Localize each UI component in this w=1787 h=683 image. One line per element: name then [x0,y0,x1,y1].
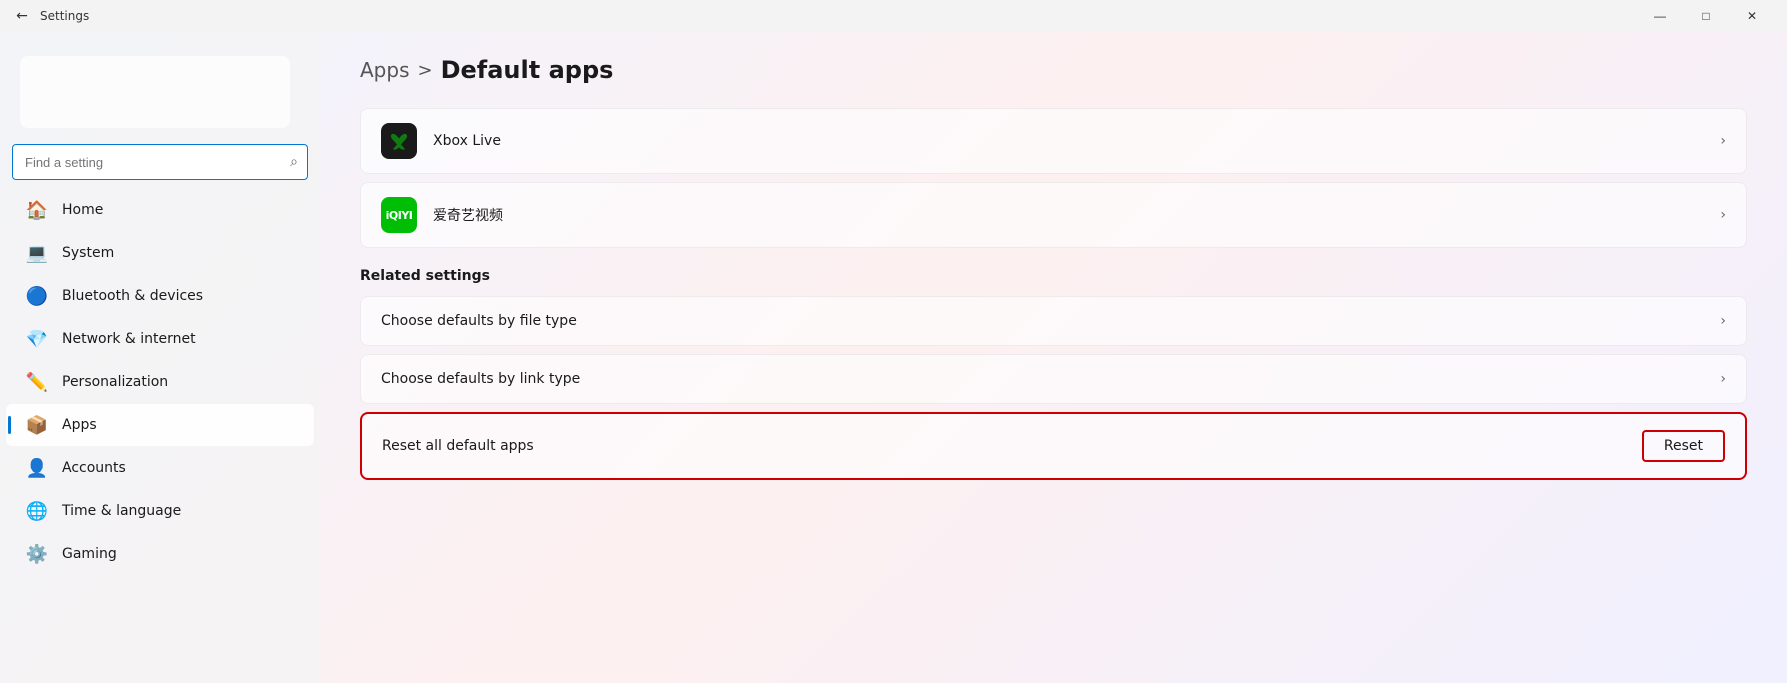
setting-label-file-type: Choose defaults by file type [381,313,1720,329]
sidebar-label-personalization: Personalization [62,374,168,390]
sidebar-item-accounts[interactable]: 👤 Accounts [6,447,314,489]
main-layout: ⌕ 🏠 Home 💻 System 🔵 Bluetooth & devices 💎 Netwo… [0,32,1787,683]
settings-list: Choose defaults by file type›Choose defa… [360,296,1747,404]
sidebar: ⌕ 🏠 Home 💻 System 🔵 Bluetooth & devices 💎 Netwo… [0,32,320,683]
home-icon: 🏠 [26,199,48,221]
chevron-right-icon: › [1720,133,1726,149]
reset-row: Reset all default apps Reset [360,412,1747,480]
sidebar-item-apps[interactable]: 📦 Apps [6,404,314,446]
sidebar-item-personalization[interactable]: ✏️ Personalization [6,361,314,403]
app-list: Xbox Live›iQIYI爱奇艺视频› [360,108,1747,248]
sidebar-label-gaming: Gaming [62,546,117,562]
breadcrumb-parent[interactable]: Apps [360,58,410,82]
sidebar-label-apps: Apps [62,417,97,433]
sidebar-item-bluetooth[interactable]: 🔵 Bluetooth & devices [6,275,314,317]
app-name-xbox: Xbox Live [433,133,1720,149]
chevron-right-icon: › [1720,207,1726,223]
search-box: ⌕ [12,144,308,180]
chevron-right-icon: › [1720,313,1726,329]
setting-item-file-type[interactable]: Choose defaults by file type› [360,296,1747,346]
sidebar-profile [0,40,320,140]
personalization-icon: ✏️ [26,371,48,393]
sidebar-label-time: Time & language [62,503,181,519]
gaming-icon: ⚙️ [26,543,48,565]
xbox-icon [381,123,417,159]
sidebar-item-network[interactable]: 💎 Network & internet [6,318,314,360]
app-name-iqiyi: 爱奇艺视频 [433,205,1720,225]
setting-item-link-type[interactable]: Choose defaults by link type› [360,354,1747,404]
sidebar-label-system: System [62,245,114,261]
nav-container: 🏠 Home 💻 System 🔵 Bluetooth & devices 💎 Network… [0,188,320,576]
breadcrumb: Apps > Default apps [360,56,1747,84]
app-item-xbox[interactable]: Xbox Live› [360,108,1747,174]
time-icon: 🌐 [26,500,48,522]
system-icon: 💻 [26,242,48,264]
network-icon: 💎 [26,328,48,350]
breadcrumb-separator: > [418,60,433,81]
maximize-button[interactable]: □ [1683,0,1729,32]
apps-icon: 📦 [26,414,48,436]
content-area: Apps > Default apps Xbox Live›iQIYI爱奇艺视频… [320,32,1787,683]
sidebar-label-network: Network & internet [62,331,196,347]
back-button[interactable]: ← [12,6,32,26]
title-bar: ← Settings — □ ✕ [0,0,1787,32]
reset-button[interactable]: Reset [1642,430,1725,462]
sidebar-label-accounts: Accounts [62,460,126,476]
sidebar-item-home[interactable]: 🏠 Home [6,189,314,231]
chevron-right-icon: › [1720,371,1726,387]
back-icon: ← [16,8,28,24]
app-item-iqiyi[interactable]: iQIYI 爱奇艺视频› [360,182,1747,248]
close-button[interactable]: ✕ [1729,0,1775,32]
sidebar-label-bluetooth: Bluetooth & devices [62,288,203,304]
accounts-icon: 👤 [26,457,48,479]
title-bar-title: Settings [40,9,89,23]
search-icon: ⌕ [290,154,298,170]
breadcrumb-current: Default apps [441,56,614,84]
iqiyi-icon: iQIYI [381,197,417,233]
related-settings-title: Related settings [360,268,1747,284]
bluetooth-icon: 🔵 [26,285,48,307]
search-input[interactable] [12,144,308,180]
sidebar-item-time[interactable]: 🌐 Time & language [6,490,314,532]
sidebar-item-gaming[interactable]: ⚙️ Gaming [6,533,314,575]
setting-label-link-type: Choose defaults by link type [381,371,1720,387]
reset-label: Reset all default apps [382,438,1642,454]
minimize-button[interactable]: — [1637,0,1683,32]
window-controls: — □ ✕ [1637,0,1775,32]
sidebar-item-system[interactable]: 💻 System [6,232,314,274]
sidebar-label-home: Home [62,202,103,218]
profile-box [20,56,290,128]
